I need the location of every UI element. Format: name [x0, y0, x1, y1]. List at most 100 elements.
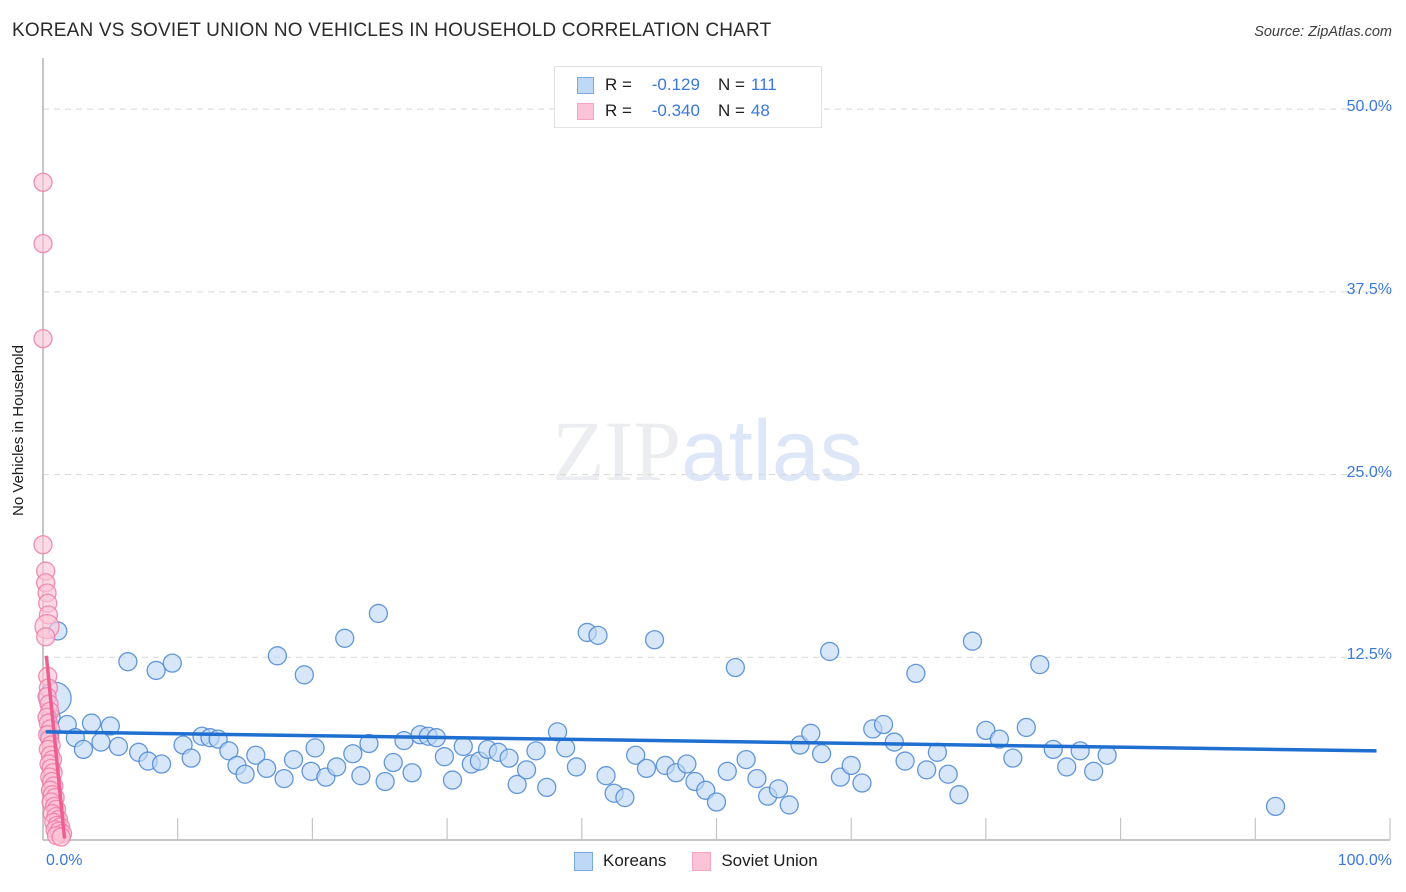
r-label-soviet-union: R =: [605, 101, 632, 120]
correlation-chart: KOREAN VS SOVIET UNION NO VEHICLES IN HO…: [0, 0, 1406, 892]
legend-swatch-koreans-icon: [577, 76, 594, 94]
data-point: [499, 748, 519, 768]
trendline-koreans: [45, 730, 1377, 753]
correlation-row-soviet-union: R = -0.340 N = 48: [577, 98, 821, 124]
data-point: [916, 760, 937, 780]
data-point: [644, 630, 665, 650]
data-point: [33, 172, 53, 192]
data-point: [811, 744, 832, 764]
r-value-soviet-union: -0.340: [651, 101, 700, 120]
plot-area: [33, 58, 1391, 847]
data-point: [1084, 761, 1104, 781]
y-tick-label-12-5: 12.5%: [1346, 646, 1392, 664]
y-tick-label-37-5: 37.5%: [1346, 280, 1392, 298]
x-tick-label-min: 0.0%: [46, 852, 83, 869]
data-point: [1070, 741, 1090, 761]
data-point: [1016, 717, 1036, 738]
series-legend: Koreans Soviet Union: [574, 851, 818, 871]
data-point: [453, 736, 473, 757]
data-point: [717, 761, 737, 781]
data-point: [235, 764, 255, 784]
data-point: [852, 773, 872, 793]
data-point: [305, 738, 325, 758]
n-label-koreans: N =: [717, 75, 745, 94]
data-point: [108, 736, 129, 757]
data-point: [1057, 757, 1077, 777]
data-point: [51, 827, 71, 847]
legend-label-soviet-union: Soviet Union: [721, 851, 818, 870]
data-point: [677, 754, 697, 774]
data-point: [516, 760, 537, 780]
data-point: [283, 749, 304, 770]
data-point: [81, 713, 102, 733]
data-point: [768, 779, 789, 799]
data-point: [906, 663, 926, 684]
data-point: [383, 752, 403, 773]
data-point: [33, 328, 53, 349]
data-point: [33, 233, 53, 254]
data-point: [526, 741, 546, 761]
data-point: [351, 766, 371, 786]
data-point: [394, 730, 414, 751]
data-point: [962, 631, 983, 651]
data-point: [938, 764, 958, 784]
data-point: [801, 723, 821, 743]
data-point: [73, 739, 94, 760]
data-point: [368, 603, 389, 624]
r-label-koreans: R =: [605, 75, 632, 94]
data-point: [118, 652, 138, 672]
data-point: [1030, 654, 1050, 675]
data-point: [434, 747, 455, 767]
data-point: [162, 653, 182, 673]
legend-item-koreans[interactable]: Koreans: [574, 851, 666, 871]
data-point: [537, 777, 557, 798]
data-point: [294, 665, 314, 685]
data-point: [343, 744, 363, 764]
series-koreans: [38, 603, 1286, 817]
data-point: [326, 757, 347, 777]
data-point: [949, 785, 969, 805]
data-point: [747, 768, 767, 789]
data-point: [375, 771, 395, 792]
data-point: [256, 758, 277, 779]
data-point: [36, 627, 56, 647]
data-point: [33, 535, 53, 555]
data-point: [736, 749, 756, 770]
data-point: [873, 714, 894, 735]
n-value-soviet-union: 48: [750, 101, 770, 120]
data-point: [615, 787, 635, 808]
data-point: [274, 768, 294, 789]
data-point: [779, 795, 799, 815]
series-soviet-union: [33, 172, 73, 847]
data-point: [181, 748, 201, 768]
data-point: [895, 751, 915, 771]
data-point: [588, 625, 608, 646]
legend-label-koreans: Koreans: [603, 851, 667, 870]
data-point: [146, 660, 166, 681]
data-point: [706, 792, 727, 812]
data-point: [566, 757, 587, 777]
x-tick-label-max: 100.0%: [1337, 852, 1392, 869]
data-point: [725, 657, 746, 678]
y-tick-label-25: 25.0%: [1346, 463, 1392, 481]
data-point: [820, 641, 840, 662]
data-point: [1003, 748, 1023, 768]
data-point: [1097, 745, 1117, 765]
data-point: [442, 770, 463, 790]
data-point: [151, 754, 172, 774]
data-point: [884, 732, 904, 752]
legend-item-soviet-union[interactable]: Soviet Union: [692, 851, 818, 871]
data-point: [636, 758, 657, 779]
correlation-row-koreans: R = -0.129 N = 111: [577, 72, 821, 98]
data-point: [555, 738, 576, 758]
data-point: [596, 766, 616, 786]
n-label-soviet-union: N =: [717, 101, 745, 120]
r-value-koreans: -0.129: [651, 75, 700, 94]
correlation-legend: R = -0.129 N = 111 R = -0.340 N = 48: [554, 66, 822, 128]
legend-swatch-soviet-union-icon: [577, 102, 594, 120]
data-point: [841, 755, 861, 776]
data-point: [91, 732, 111, 752]
legend-marker-soviet-union-icon: [692, 851, 712, 871]
data-point: [402, 763, 422, 783]
data-point: [1043, 739, 1063, 760]
